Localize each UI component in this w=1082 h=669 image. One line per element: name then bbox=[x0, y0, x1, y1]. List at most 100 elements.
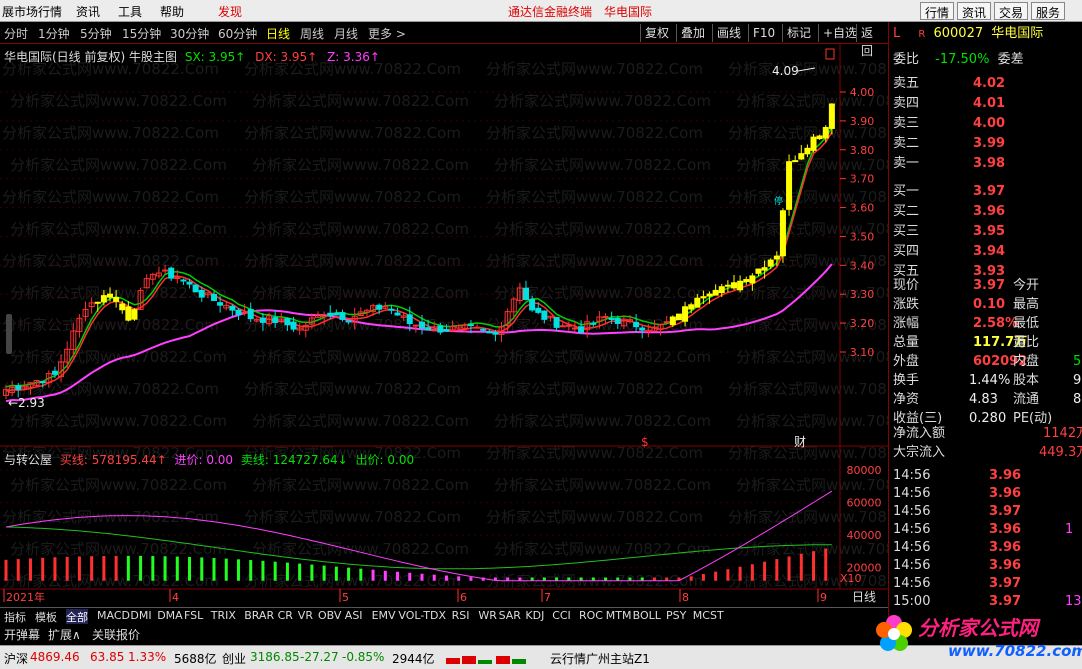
indicator-tab[interactable]: EMV bbox=[372, 609, 396, 622]
period-weekly[interactable]: 周线 bbox=[300, 25, 324, 42]
indicator-tab[interactable]: BRAR bbox=[244, 609, 274, 622]
candle-body bbox=[792, 160, 799, 163]
watermark-text: 分析家公式网www.70822.Com bbox=[10, 220, 227, 238]
indicator-tab[interactable]: SAR bbox=[499, 609, 521, 622]
price-tick-label: 3.30 bbox=[850, 288, 875, 301]
bid-level-row[interactable]: 买三 3.95 bbox=[893, 222, 1005, 241]
candle-body bbox=[755, 268, 762, 274]
bid-level-row[interactable]: 买一 3.97 bbox=[893, 182, 1005, 201]
ask-level-row[interactable]: 卖三 4.00 bbox=[893, 114, 1005, 133]
ask-level-row[interactable]: 卖四 4.01 bbox=[893, 94, 1005, 113]
indicator-tab[interactable]: 模板 bbox=[35, 609, 57, 625]
sub-histogram-bar bbox=[310, 564, 314, 581]
bid-level-row[interactable]: 买四 3.94 bbox=[893, 242, 1005, 261]
btn-danmu[interactable]: 开弹幕 bbox=[4, 626, 40, 643]
indicator-tab[interactable]: 全部 bbox=[66, 609, 88, 625]
toolbar-draw[interactable]: 画线 bbox=[712, 24, 745, 42]
btn-expand[interactable]: 扩展∧ bbox=[48, 626, 81, 643]
toolbar-f10[interactable]: F10 bbox=[748, 24, 779, 42]
bid-level-row[interactable]: 买二 3.96 bbox=[893, 202, 1005, 221]
watermark-text: 分析家公式网www.70822.Com bbox=[2, 572, 219, 590]
toolbar-back[interactable]: 返回 bbox=[856, 24, 888, 58]
candle-body bbox=[608, 317, 615, 320]
left-collapse-handle[interactable] bbox=[6, 314, 12, 354]
logo-url: www.70822.com bbox=[948, 642, 1082, 660]
tick-time: 14:56 bbox=[893, 540, 931, 555]
indicator-tab[interactable]: CR bbox=[278, 609, 293, 622]
btn-trade[interactable]: 交易 bbox=[994, 2, 1029, 20]
indicator-tab[interactable]: MACD bbox=[97, 609, 130, 622]
watermark-text: 分析家公式网www.70822.Com bbox=[494, 540, 711, 558]
stat-label-2: 最低 bbox=[1013, 316, 1040, 331]
period-60min[interactable]: 60分钟 bbox=[218, 25, 257, 42]
indicator-tab[interactable]: DMI bbox=[130, 609, 151, 622]
toolbar-add-watch[interactable]: +自选 bbox=[818, 24, 861, 42]
period-15min[interactable]: 15分钟 bbox=[122, 25, 161, 42]
tick-time: 14:56 bbox=[893, 486, 931, 501]
period-fenshi[interactable]: 分时 bbox=[4, 25, 28, 42]
btn-service[interactable]: 服务 bbox=[1031, 2, 1066, 20]
bid-level-label: 买四 bbox=[893, 244, 920, 259]
period-more[interactable]: 更多 > bbox=[368, 25, 406, 42]
btn-quotes[interactable]: 行情 bbox=[920, 2, 955, 20]
watermark-text: 分析家公式网www.70822.Com bbox=[10, 412, 227, 430]
watermark-text: 分析家公式网www.70822.Com bbox=[728, 444, 888, 462]
candle-body bbox=[15, 385, 22, 390]
btn-info[interactable]: 资讯 bbox=[957, 2, 992, 20]
indicator-tab[interactable]: WR bbox=[478, 609, 497, 622]
sub-histogram-bar bbox=[188, 556, 192, 581]
indicator-tab[interactable]: KDJ bbox=[525, 609, 544, 622]
period-1min[interactable]: 1分钟 bbox=[38, 25, 70, 42]
candle-body bbox=[773, 255, 780, 260]
indicator-tab[interactable]: PSY bbox=[666, 609, 686, 622]
watermark-text: 分析家公式网www.70822.Com bbox=[486, 508, 703, 526]
indicator-tab[interactable]: FSL bbox=[184, 609, 203, 622]
indicator-tab[interactable]: CCI bbox=[552, 609, 571, 622]
indicator-tab[interactable]: 指标 bbox=[4, 609, 26, 625]
period-5min[interactable]: 5分钟 bbox=[80, 25, 112, 42]
menu-news[interactable]: 资讯 bbox=[76, 3, 100, 20]
indicator-tab[interactable]: BOLL bbox=[633, 609, 661, 622]
menu-tools[interactable]: 工具 bbox=[118, 3, 142, 20]
period-daily[interactable]: 日线 bbox=[266, 25, 290, 42]
period-monthly[interactable]: 月线 bbox=[334, 25, 358, 42]
indicator-tab[interactable]: OBV bbox=[318, 609, 341, 622]
menu-discover[interactable]: 发现 bbox=[218, 3, 242, 20]
ask-level-label: 卖四 bbox=[893, 96, 920, 111]
ask-level-label: 卖一 bbox=[893, 156, 920, 171]
period-30min[interactable]: 30分钟 bbox=[170, 25, 209, 42]
chart-area[interactable]: 分析家公式网www.70822.Com 分析家公式网www.70822.Com 分析… bbox=[0, 44, 888, 604]
indicator-tab[interactable]: TRIX bbox=[211, 609, 236, 622]
ask-level-row[interactable]: 卖一 3.98 bbox=[893, 154, 1005, 173]
indicator-tab[interactable]: ROC bbox=[579, 609, 603, 622]
dividend-marker: $ bbox=[641, 435, 649, 449]
indicator-tab[interactable]: MCST bbox=[693, 609, 724, 622]
watermark-text: 分析家公式网www.70822.Com bbox=[494, 348, 711, 366]
indicator-tab[interactable]: VOL-TDX bbox=[398, 609, 446, 622]
indicator-tab[interactable]: MTM bbox=[606, 609, 632, 622]
toolbar-fuquan[interactable]: 复权 bbox=[640, 24, 673, 42]
indicator-tab[interactable]: DMA bbox=[157, 609, 183, 622]
indicator-tab[interactable]: ASI bbox=[345, 609, 363, 622]
indicator-tab[interactable]: VR bbox=[298, 609, 313, 622]
candle-body bbox=[480, 328, 487, 331]
weibi-label: 委比 bbox=[893, 52, 920, 67]
toolbar-mark[interactable]: 标记 bbox=[782, 24, 815, 42]
ask-level-row[interactable]: 卖五 4.02 bbox=[893, 74, 1005, 93]
candle-body bbox=[559, 325, 566, 328]
sub-tick-label: 60000 bbox=[847, 497, 882, 510]
indicator-tab[interactable]: RSI bbox=[452, 609, 470, 622]
sub-histogram-bar bbox=[4, 559, 8, 581]
menu-market[interactable]: 展市场行情 bbox=[2, 3, 62, 20]
sub-histogram-bar bbox=[102, 555, 106, 581]
ask-level-row[interactable]: 卖二 3.99 bbox=[893, 134, 1005, 153]
quote-stat-row: 涨跌 0.10 最高 bbox=[893, 295, 1082, 314]
btn-related-quotes[interactable]: 关联报价 bbox=[92, 626, 140, 643]
x-axis-label: 9 bbox=[820, 591, 827, 604]
bid-level-price: 3.95 bbox=[973, 224, 1006, 239]
z-value: Z: 3.36↑ bbox=[327, 50, 380, 64]
x-axis-label: 5 bbox=[342, 591, 349, 604]
toolbar-overlay[interactable]: 叠加 bbox=[676, 24, 709, 42]
menu-help[interactable]: 帮助 bbox=[160, 3, 184, 20]
sub-histogram-bar bbox=[408, 572, 412, 581]
